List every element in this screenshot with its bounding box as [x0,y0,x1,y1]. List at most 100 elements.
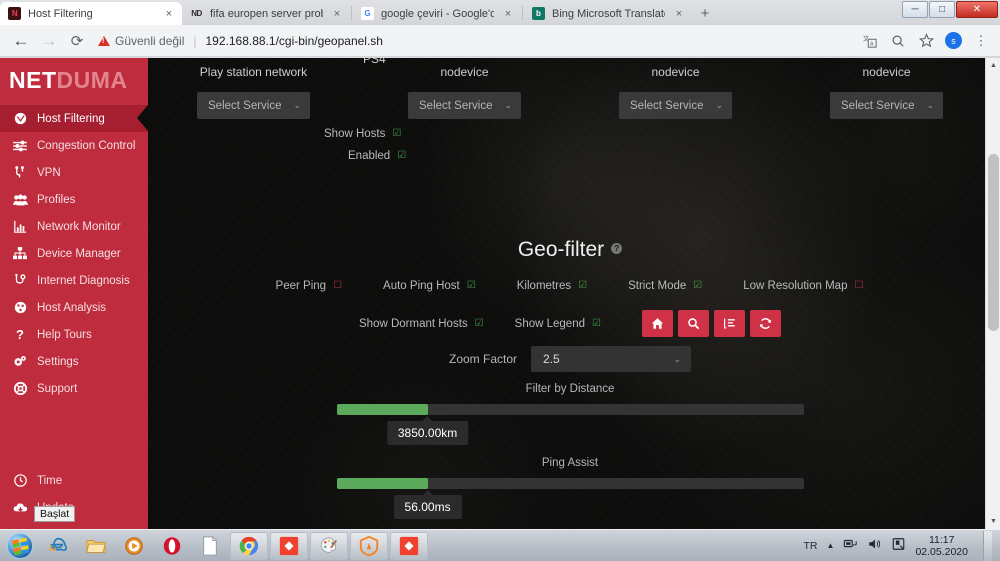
red-app-icon [279,536,299,555]
sidebar-item-label: Internet Diagnosis [37,274,130,287]
taskbar-document[interactable] [191,531,229,561]
refresh-button[interactable] [750,310,781,337]
back-icon[interactable]: ← [8,28,34,54]
enabled-row[interactable]: Enabled ☑ [348,150,407,162]
sidebar-item-internet-diagnosis[interactable]: Internet Diagnosis [0,267,148,294]
sidebar-item-settings[interactable]: Settings [0,348,148,375]
tab-divider [351,5,352,20]
sidebar-item-congestion-control[interactable]: Congestion Control [0,132,148,159]
checkbox-checked-icon[interactable]: ☑ [396,151,407,162]
windows-orb-icon [7,532,33,559]
geofilter-options-row-2: Show Dormant Hosts ☑ Show Legend ☑ [148,310,992,337]
taskbar-red-app[interactable] [270,531,308,560]
sidebar-item-vpn[interactable]: VPN [0,159,148,186]
new-tab-button[interactable]: + [692,2,718,25]
sidebar-item-network-monitor[interactable]: Network Monitor [0,213,148,240]
taskbar-red-app-2[interactable] [390,531,428,560]
tab-fifa[interactable]: ND fifa europen server problem - Co × [182,2,350,25]
search-icon [687,317,700,330]
taskbar-paint[interactable] [310,531,348,560]
scroll-up-icon[interactable]: ▲ [986,58,1000,73]
option-auto-ping-host[interactable]: Auto Ping Host ☑ [383,280,477,292]
sidebar-item-host-analysis[interactable]: Host Analysis [0,294,148,321]
tab-google-ceviri[interactable]: G google çeviri - Google'da Ara × [353,2,521,25]
close-button[interactable]: ✕ [956,1,998,18]
option-low-resolution-map[interactable]: Low Resolution Map ☐ [743,280,864,292]
scrollbar-thumb[interactable] [988,154,999,331]
start-button[interactable] [1,531,39,561]
search-icon[interactable] [889,32,907,50]
sidebar-item-help-tours[interactable]: ? Help Tours [0,321,148,348]
select-service-dropdown[interactable]: Select Service ⌄ [619,92,732,119]
geofilter-options-row-1: Peer Ping ☐ Auto Ping Host ☑ Kilometres … [148,280,992,292]
maximize-button[interactable]: □ [929,1,955,18]
zoom-factor-value: 2.5 [543,352,560,366]
help-icon[interactable]: ? [611,243,623,255]
checkbox-checked-icon[interactable]: ☑ [466,281,477,292]
taskbar-windows-explorer[interactable] [77,531,115,561]
sidebar-item-support[interactable]: Support [0,375,148,402]
sidebar-item-time[interactable]: Time [0,467,148,494]
tab-bing-translator[interactable]: b Bing Microsoft Translator × [524,2,692,25]
minimize-button[interactable]: ─ [902,1,928,18]
option-label: Show Legend [514,317,585,330]
legend-button[interactable] [714,310,745,337]
checkbox-checked-icon[interactable]: ☑ [591,318,602,329]
translate-icon[interactable]: 文A [861,32,879,50]
taskbar-media-player[interactable] [115,531,153,561]
sidebar-item-device-manager[interactable]: Device Manager [0,240,148,267]
option-show-dormant-hosts[interactable]: Show Dormant Hosts ☑ [359,318,485,330]
taskbar-avast[interactable] [350,531,388,560]
network-icon[interactable] [843,537,858,554]
address-bar[interactable]: Güvenli değil | 192.168.88.1/cgi-bin/geo… [98,29,859,53]
tab-close-icon[interactable]: × [501,7,515,21]
not-secure-warning-icon [98,35,110,46]
tray-expand-icon[interactable]: ▲ [827,541,835,550]
forward-icon[interactable]: → [36,28,62,54]
tab-close-icon[interactable]: × [330,7,344,21]
checkbox-unchecked-icon[interactable]: ☐ [332,281,343,292]
sidebar-item-host-filtering[interactable]: Host Filtering [0,105,148,132]
filter-by-distance-value: 3850.00km [386,421,469,445]
svg-text:A: A [870,41,874,47]
option-strict-mode[interactable]: Strict Mode ☑ [628,280,703,292]
select-service-dropdown[interactable]: Select Service ⌄ [408,92,521,119]
option-kilometres[interactable]: Kilometres ☑ [517,280,588,292]
main-content: PS4 Play station network Select Service … [148,58,1000,529]
show-hosts-row[interactable]: Show Hosts ☑ [324,128,402,140]
show-desktop-button[interactable] [983,530,992,561]
ping-assist-slider[interactable]: 56.00ms [336,478,804,519]
option-show-legend[interactable]: Show Legend ☑ [515,318,602,330]
checkbox-checked-icon[interactable]: ☑ [692,281,703,292]
home-button[interactable] [642,310,673,337]
tray-clock[interactable]: 11:17 02.05.2020 [915,534,968,558]
taskbar-opera[interactable] [153,531,191,561]
action-center-icon[interactable] [891,537,906,554]
taskbar-chrome[interactable] [230,531,268,560]
reload-icon[interactable]: ⟳ [64,28,90,54]
tray-language[interactable]: TR [804,540,818,552]
scroll-down-icon[interactable]: ▼ [986,514,1000,529]
sidebar-item-profiles[interactable]: Profiles [0,186,148,213]
checkbox-checked-icon[interactable]: ☑ [577,281,588,292]
avatar[interactable]: s [945,32,962,49]
page-scrollbar[interactable]: ▲ ▼ [985,58,1000,529]
taskbar-internet-explorer[interactable] [39,531,77,561]
option-peer-ping[interactable]: Peer Ping ☐ [276,280,344,292]
checkbox-checked-icon[interactable]: ☑ [391,129,402,140]
tab-close-icon[interactable]: × [162,7,176,21]
select-service-dropdown[interactable]: Select Service ⌄ [197,92,310,119]
tab-host-filtering[interactable]: N Host Filtering × [0,2,182,25]
zoom-factor-dropdown[interactable]: 2.5 ⌄ [531,346,691,372]
service-column: nodevice Select Service ⌄ [781,58,992,119]
browser-menu-icon[interactable]: ⋮ [972,32,990,50]
tab-close-icon[interactable]: × [672,7,686,21]
bookmark-star-icon[interactable] [917,32,935,50]
checkbox-unchecked-icon[interactable]: ☐ [853,281,864,292]
checkbox-checked-icon[interactable]: ☑ [474,318,485,329]
refresh-icon [759,317,772,330]
volume-icon[interactable] [867,537,882,554]
filter-by-distance-slider[interactable]: 3850.00km [336,404,804,445]
search-button[interactable] [678,310,709,337]
select-service-dropdown[interactable]: Select Service ⌄ [830,92,943,119]
